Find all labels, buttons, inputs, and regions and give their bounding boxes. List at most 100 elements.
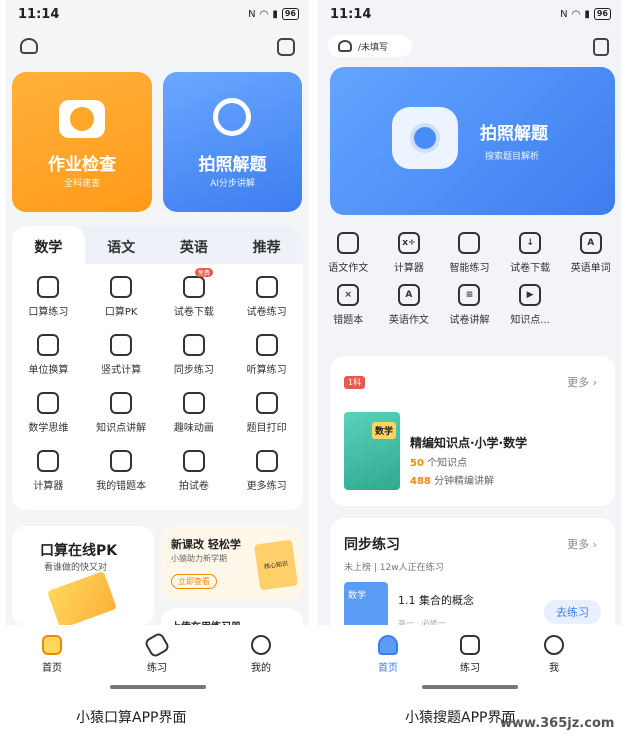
tool-item[interactable]: 数学思维	[12, 392, 85, 434]
nfc-icon: N	[560, 8, 568, 20]
status-bar: 11:14 N ◠ ▮ 96	[318, 0, 621, 30]
tool-label: 竖式计算	[101, 365, 142, 376]
tool-item[interactable]: 竖式计算	[85, 334, 158, 376]
battery-icon: 96	[281, 8, 299, 20]
tab-english[interactable]: 英语	[158, 226, 231, 264]
tab-math[interactable]: 数学	[12, 226, 85, 264]
knowledge-card[interactable]: 1科 更多 › 数学 精编知识点·小学·数学 50 个知识点 488 分钟精编讲…	[330, 356, 615, 506]
tool-item[interactable]: 免费 试卷下载	[158, 268, 231, 318]
grade-selector[interactable]: /未填写	[328, 35, 412, 57]
tool-item[interactable]: 我的错题本	[85, 450, 158, 492]
go-practice-button[interactable]: 去练习	[544, 600, 601, 624]
knowledge-more-link[interactable]: 更多 ›	[567, 374, 597, 390]
more-icon	[255, 450, 278, 472]
tool-item[interactable]: ≡ 试卷讲解	[439, 284, 500, 326]
tool-item[interactable]: × 错题本	[318, 284, 379, 326]
photo-solve-card[interactable]: 拍照解题 AI分步讲解	[163, 72, 302, 212]
mascot-avatar-icon[interactable]	[20, 38, 38, 54]
tool-label: 知识点讲解	[96, 423, 147, 434]
subject-panel: 数学 语文 英语 推荐 口算练习口算PK 免费 试卷下载 试卷练习单位换算竖式计算 同步…	[12, 226, 303, 510]
tool-item[interactable]: 题目打印	[230, 392, 303, 434]
tool-label: 数学思维	[28, 423, 69, 434]
knowledge-icon: ▶	[519, 284, 542, 306]
subject-count-badge: 1科	[344, 376, 366, 389]
download-icon: ↓	[519, 232, 542, 254]
paper-icon	[255, 276, 278, 298]
status-time: 11:14	[330, 7, 372, 22]
essay-icon	[337, 232, 360, 254]
tool-item[interactable]: 智能练习	[439, 232, 500, 274]
face-icon	[544, 635, 564, 655]
status-icons: N ◠ ▮ 96	[560, 8, 611, 20]
tool-item[interactable]: 听算练习	[230, 334, 303, 376]
subject-tabs: 数学 语文 英语 推荐	[12, 226, 303, 264]
pk-screen-icon	[110, 276, 133, 298]
tool-label: 试卷讲解	[449, 315, 490, 326]
tool-item[interactable]: A 英语单词	[560, 232, 621, 274]
tool-label: 智能练习	[449, 263, 490, 274]
tool-label: 语文作文	[328, 263, 369, 274]
tab-mine[interactable]: 我的	[231, 635, 291, 674]
left-caption: 小猿口算APP界面	[76, 710, 187, 726]
mascot-avatar-icon	[338, 40, 352, 52]
tab-home[interactable]: 首页	[22, 635, 82, 674]
tool-item[interactable]: x÷ 计算器	[379, 232, 440, 274]
tab-practice[interactable]: 练习	[127, 631, 187, 674]
mistake-icon: ×	[337, 284, 360, 306]
tool-item[interactable]: ▶ 知识点...	[500, 284, 561, 326]
nfc-icon: N	[248, 8, 256, 20]
sync-item-title: 1.1 集合的概念	[398, 594, 474, 607]
knowledge-title: 精编知识点·小学·数学	[410, 436, 528, 450]
sync-more-link[interactable]: 更多 ›	[567, 536, 597, 552]
tool-label: 听算练习	[246, 365, 287, 376]
tool-label: 知识点...	[510, 315, 550, 326]
tool-item[interactable]: 拍试卷	[158, 450, 231, 492]
watermark: www.365jz.com	[500, 716, 615, 731]
tool-item[interactable]: 趣味动画	[158, 392, 231, 434]
tool-item[interactable]: 口算练习	[12, 276, 85, 318]
tool-item[interactable]: 语文作文	[318, 232, 379, 274]
tab-home[interactable]: 首页	[358, 635, 418, 674]
tool-label: 趣味动画	[173, 423, 214, 434]
scan-settings-icon[interactable]	[277, 38, 295, 56]
tool-item[interactable]: A 英语作文	[379, 284, 440, 326]
tool-item[interactable]: ↓ 试卷下载	[500, 232, 561, 274]
calculator-icon	[37, 450, 60, 472]
tab-recommend[interactable]: 推荐	[230, 226, 303, 264]
photo-solve-title: 拍照解题	[198, 155, 267, 175]
history-icon[interactable]	[593, 38, 609, 56]
home-icon	[378, 635, 398, 655]
pk-promo-card[interactable]: 口算在线PK 看谁做的快又对	[12, 526, 154, 630]
tool-label: 错题本	[333, 315, 364, 326]
status-icons: N ◠ ▮ 96	[248, 8, 299, 20]
course-promo-title: 新课改 轻松学	[171, 538, 241, 551]
tool-item[interactable]: 口算PK	[85, 276, 158, 318]
math-book-cover: 数学	[344, 412, 400, 490]
tab-practice[interactable]: 练习	[440, 635, 500, 674]
course-book-icon: 核心知识	[253, 539, 299, 591]
pencil-check-icon	[37, 276, 60, 298]
tab-chinese[interactable]: 语文	[85, 226, 158, 264]
sim-icon: ▮	[584, 8, 590, 20]
tool-item[interactable]: 试卷练习	[230, 276, 303, 318]
course-promo-button[interactable]: 立即查看	[171, 574, 217, 589]
math-tools-grid: 口算练习口算PK 免费 试卷下载 试卷练习单位换算竖式计算 同步练习听算练习数学思维 知识…	[12, 268, 303, 492]
homework-check-card[interactable]: 作业检查 全科速查	[12, 72, 152, 212]
status-bar: 11:14 N ◠ ▮ 96	[6, 0, 309, 30]
homework-check-subtitle: 全科速查	[63, 179, 100, 189]
tool-item[interactable]: 同步练习	[158, 334, 231, 376]
tool-item[interactable]: 计算器	[12, 450, 85, 492]
notebook-icon	[110, 450, 133, 472]
battery-icon: 96	[593, 8, 611, 20]
camera-icon	[59, 100, 105, 138]
course-promo-card[interactable]: 新课改 轻松学 小猿助力新学期 立即查看 核心知识	[161, 526, 303, 601]
sound-icon	[255, 334, 278, 356]
tool-item[interactable]: 知识点讲解	[85, 392, 158, 434]
printer-icon	[255, 392, 278, 414]
tool-label: 口算PK	[104, 307, 138, 318]
tab-me[interactable]: 我	[524, 635, 584, 674]
knowledge-minutes: 488 分钟精编讲解	[410, 476, 495, 487]
tool-item[interactable]: 单位换算	[12, 334, 85, 376]
tool-item[interactable]: 更多练习	[230, 450, 303, 492]
photo-search-hero[interactable]: 拍照解题 搜索题目解析	[330, 67, 615, 215]
